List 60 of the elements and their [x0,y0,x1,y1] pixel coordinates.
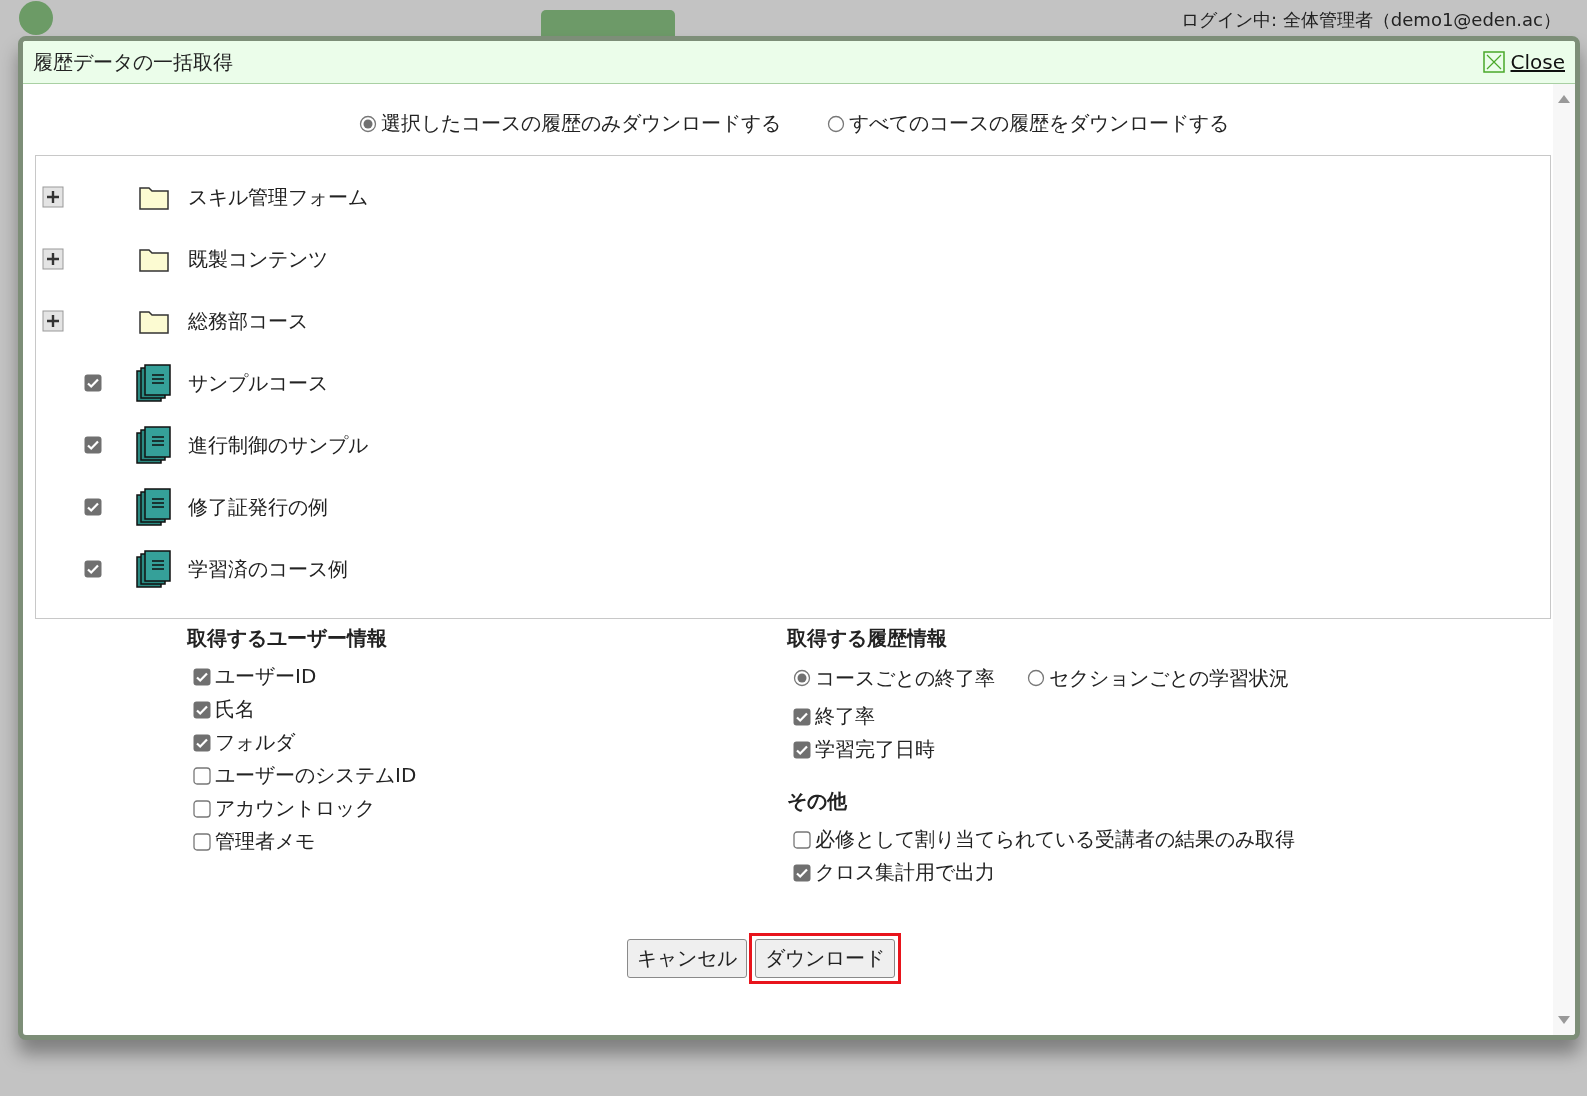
option-label: すべてのコースの履歴をダウンロードする [849,110,1229,137]
cancel-button[interactable]: キャンセル [627,939,747,978]
checkbox[interactable] [193,766,211,785]
checkbox[interactable] [793,830,811,849]
radio-button[interactable] [359,114,377,133]
expand-icon[interactable] [42,310,64,332]
checkbox[interactable] [793,707,811,726]
radio-button[interactable] [1027,669,1045,687]
option-label: 学習完了日時 [815,736,935,763]
section-heading: その他 [787,788,848,815]
option-label: 必修として割り当てられている受講者の結果のみ取得 [815,826,1295,853]
tree-item[interactable]: 学習済のコース例 [188,555,348,583]
option-label: クロス集計用で出力 [815,859,995,886]
option-label: 終了率 [815,703,875,730]
option-label: ユーザーのシステムID [215,762,417,789]
checkbox[interactable] [193,733,211,752]
login-status: ログイン中: 全体管理者（demo1@eden.ac） [1181,8,1561,32]
folder-icon [139,184,169,210]
option-label: 管理者メモ [215,828,315,855]
scroll-up-icon[interactable] [1557,94,1571,104]
scroll-down-icon[interactable] [1557,1015,1571,1025]
tree-item[interactable]: 総務部コース [188,307,308,335]
checkbox[interactable] [84,498,102,516]
radio-button[interactable] [827,114,845,133]
expand-icon[interactable] [42,186,64,208]
tree-item[interactable]: サンプルコース [188,369,328,397]
section-heading: 取得する履歴情報 [787,625,948,652]
option-label: アカウントロック [215,795,375,822]
folder-icon [139,246,169,272]
close-icon[interactable] [1482,51,1505,73]
checkbox[interactable] [793,863,811,882]
option-label: ユーザーID [215,663,317,690]
book-stack-icon [136,363,172,403]
close-link[interactable]: Close [1482,50,1565,74]
checkbox[interactable] [193,832,211,851]
option-label: 選択したコースの履歴のみダウンロードする [381,110,781,137]
checkbox[interactable] [193,667,211,686]
tree-item[interactable]: 修了証発行の例 [188,493,328,521]
download-button[interactable]: ダウンロード [755,939,895,978]
checkbox[interactable] [84,374,102,392]
book-stack-icon [136,487,172,527]
checkbox[interactable] [193,799,211,818]
checkbox[interactable] [193,700,211,719]
tree-item[interactable]: 既製コンテンツ [188,245,328,273]
radio-button[interactable] [793,669,811,687]
checkbox[interactable] [84,560,102,578]
tree-item[interactable]: 進行制御のサンプル [188,431,368,459]
tree-item[interactable]: スキル管理フォーム [188,183,368,211]
option-label: 氏名 [215,696,255,723]
option-label: セクションごとの学習状況 [1049,664,1289,692]
section-heading: 取得するユーザー情報 [187,625,388,652]
checkbox[interactable] [793,740,811,759]
book-stack-icon [136,549,172,589]
folder-icon [139,308,169,334]
option-label: コースごとの終了率 [815,664,995,692]
expand-icon[interactable] [42,248,64,270]
dialog-title: 履歴データの一括取得 [33,48,233,76]
book-stack-icon [136,425,172,465]
checkbox[interactable] [84,436,102,454]
option-label: フォルダ [215,729,295,756]
